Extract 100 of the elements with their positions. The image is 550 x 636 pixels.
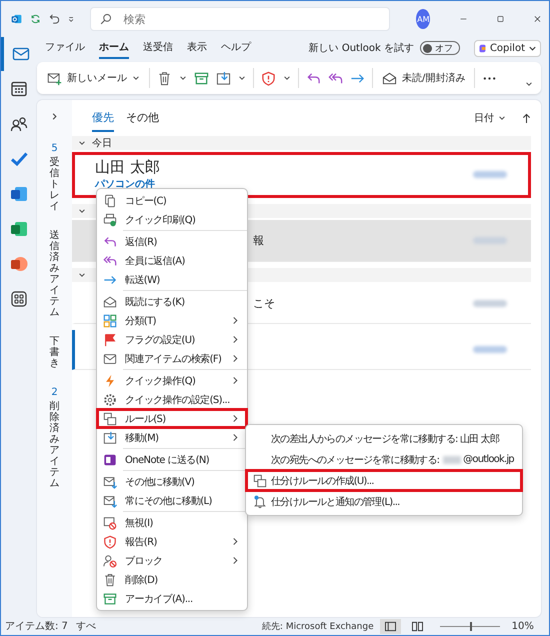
folder-label[interactable]: 下書き: [50, 336, 60, 369]
sort-button[interactable]: 日付: [474, 111, 506, 125]
caret-icon[interactable]: [68, 14, 74, 24]
lightning-icon: [103, 374, 117, 388]
menu-item[interactable]: 移動(M): [97, 428, 247, 447]
menu-item[interactable]: 次の宛先へのメッセージを常に移動する: @outlook.jp: [246, 449, 522, 470]
excel-app-icon[interactable]: [10, 220, 28, 238]
gear-icon: [103, 392, 117, 406]
calendar-icon[interactable]: [10, 80, 28, 98]
caret-icon[interactable]: [179, 74, 187, 82]
chevron-right-icon: [232, 316, 239, 325]
mail-tab[interactable]: 優先: [92, 104, 114, 132]
chevron-right-icon: [232, 335, 239, 344]
ribbon-tab[interactable]: ホーム: [99, 37, 129, 59]
envelope-icon: [103, 352, 117, 366]
word-app-icon[interactable]: [10, 185, 28, 203]
group-label: 今日: [92, 137, 112, 150]
ribbon-tab[interactable]: 表示: [187, 37, 207, 59]
read-unread-button[interactable]: 未読/開封済み: [380, 68, 468, 88]
menu-item[interactable]: 削除(D): [97, 570, 247, 589]
menu-item[interactable]: 仕分けルールと通知の管理(L)...: [246, 491, 522, 512]
people-icon[interactable]: [10, 115, 28, 133]
folder-label[interactable]: 削除済みアイテム: [50, 401, 60, 489]
apps-icon[interactable]: [10, 290, 28, 308]
stacked-boxes-icon: [253, 474, 267, 488]
folder-label[interactable]: 送信済みアイテム: [50, 230, 60, 318]
message-preview: こそ: [253, 296, 275, 311]
folder-label[interactable]: 受信トレイ: [50, 157, 60, 212]
menu-item[interactable]: 関連アイテムの検索(F): [97, 349, 247, 368]
envelope-block-icon: [103, 516, 117, 530]
new-outlook-label: 新しい Outlook を試す: [308, 42, 414, 55]
menu-item[interactable]: アーカイブ(A)...: [97, 589, 247, 608]
menu-item[interactable]: 常にその他に移動(L): [97, 491, 247, 510]
chevron-down-icon: [78, 271, 86, 279]
status-text: すべ: [76, 620, 96, 633]
avatar[interactable]: AM: [416, 9, 430, 29]
menu-item[interactable]: 既読にする(K): [97, 292, 247, 311]
chevron-right-icon: [232, 414, 239, 423]
menu-item[interactable]: 報告(R): [97, 532, 247, 551]
trash-icon[interactable]: [157, 70, 172, 86]
ribbon-tab[interactable]: 送受信: [143, 37, 173, 59]
app-logo-icon: [478, 44, 487, 52]
flag-icon: [103, 332, 117, 346]
person-block-icon: [103, 554, 117, 568]
menu-item[interactable]: クイック操作の設定(S)...: [97, 390, 247, 409]
menu-item[interactable]: フラグの設定(U): [97, 330, 247, 349]
menu-item[interactable]: ブロック: [97, 551, 247, 570]
menu-item[interactable]: 次の差出人からのメッセージを常に移動する: 山田 太郎: [246, 428, 522, 449]
close-icon[interactable]: [534, 14, 541, 24]
blurred-date: [473, 300, 507, 307]
ribbon-tab[interactable]: ファイル: [45, 37, 85, 59]
trash-icon: [103, 572, 117, 586]
reply-all-icon[interactable]: [328, 70, 343, 86]
stacked-boxes-icon: [103, 412, 117, 426]
toggle-switch[interactable]: オフ: [420, 41, 460, 55]
archive-icon[interactable]: [194, 70, 209, 86]
caret-icon[interactable]: [283, 74, 291, 82]
chevron-right-icon: [232, 433, 239, 442]
powerpoint-app-icon[interactable]: [10, 255, 28, 273]
blurred-date: [473, 346, 507, 353]
shield-alert-icon[interactable]: [261, 70, 276, 86]
envelope-icon: [12, 45, 30, 63]
menu-item[interactable]: その他に移動(V): [97, 472, 247, 491]
normal-view-icon[interactable]: [380, 618, 401, 634]
menu-item[interactable]: 仕分けルールの作成(U)...: [246, 470, 522, 491]
checkmark-icon[interactable]: [10, 150, 28, 168]
menu-item[interactable]: OneNote に送る(N): [97, 450, 247, 469]
arrow-up-icon[interactable]: [522, 112, 531, 124]
zoom-level: 10%: [512, 620, 534, 632]
menu-item[interactable]: ルール(S): [97, 409, 247, 428]
blurred-date: [473, 171, 507, 178]
connection-status: 続先: Microsoft Exchange: [262, 620, 374, 632]
reply-icon[interactable]: [306, 70, 321, 86]
menu-item[interactable]: 無視(I): [97, 513, 247, 532]
message-subject: パソコンの件: [95, 178, 156, 191]
chevron-down-icon: [78, 207, 86, 215]
bell-icon: [253, 494, 267, 508]
chevron-right-icon: [232, 376, 239, 385]
copilot-button[interactable]: Copilot: [474, 40, 541, 56]
chevron-down-icon[interactable]: [525, 80, 533, 88]
redacted-text: [443, 456, 462, 464]
group-header[interactable]: 今日: [72, 136, 531, 150]
caret-icon: [498, 114, 506, 122]
reply-icon: [103, 234, 117, 248]
shield-alert-icon: [103, 534, 117, 548]
new-mail-button[interactable]: 新しいメール: [45, 68, 142, 88]
menu-item[interactable]: 返信(R): [97, 232, 247, 251]
new-mail-icon: [47, 70, 62, 86]
mail-tab[interactable]: その他: [126, 104, 159, 132]
ribbon-tab[interactable]: ヘルプ: [221, 37, 251, 59]
menu-item[interactable]: クイック操作(Q): [97, 371, 247, 390]
printer-icon: [103, 212, 117, 226]
caret-icon: [132, 74, 140, 82]
maximize-icon[interactable]: [497, 14, 504, 24]
archive-icon: [103, 592, 117, 606]
search-field[interactable]: 検索: [90, 7, 390, 31]
chevron-right-icon[interactable]: [50, 112, 59, 121]
message-preview: 報: [253, 233, 264, 248]
chevron-right-icon: [232, 354, 239, 363]
caret-icon[interactable]: [238, 74, 246, 82]
